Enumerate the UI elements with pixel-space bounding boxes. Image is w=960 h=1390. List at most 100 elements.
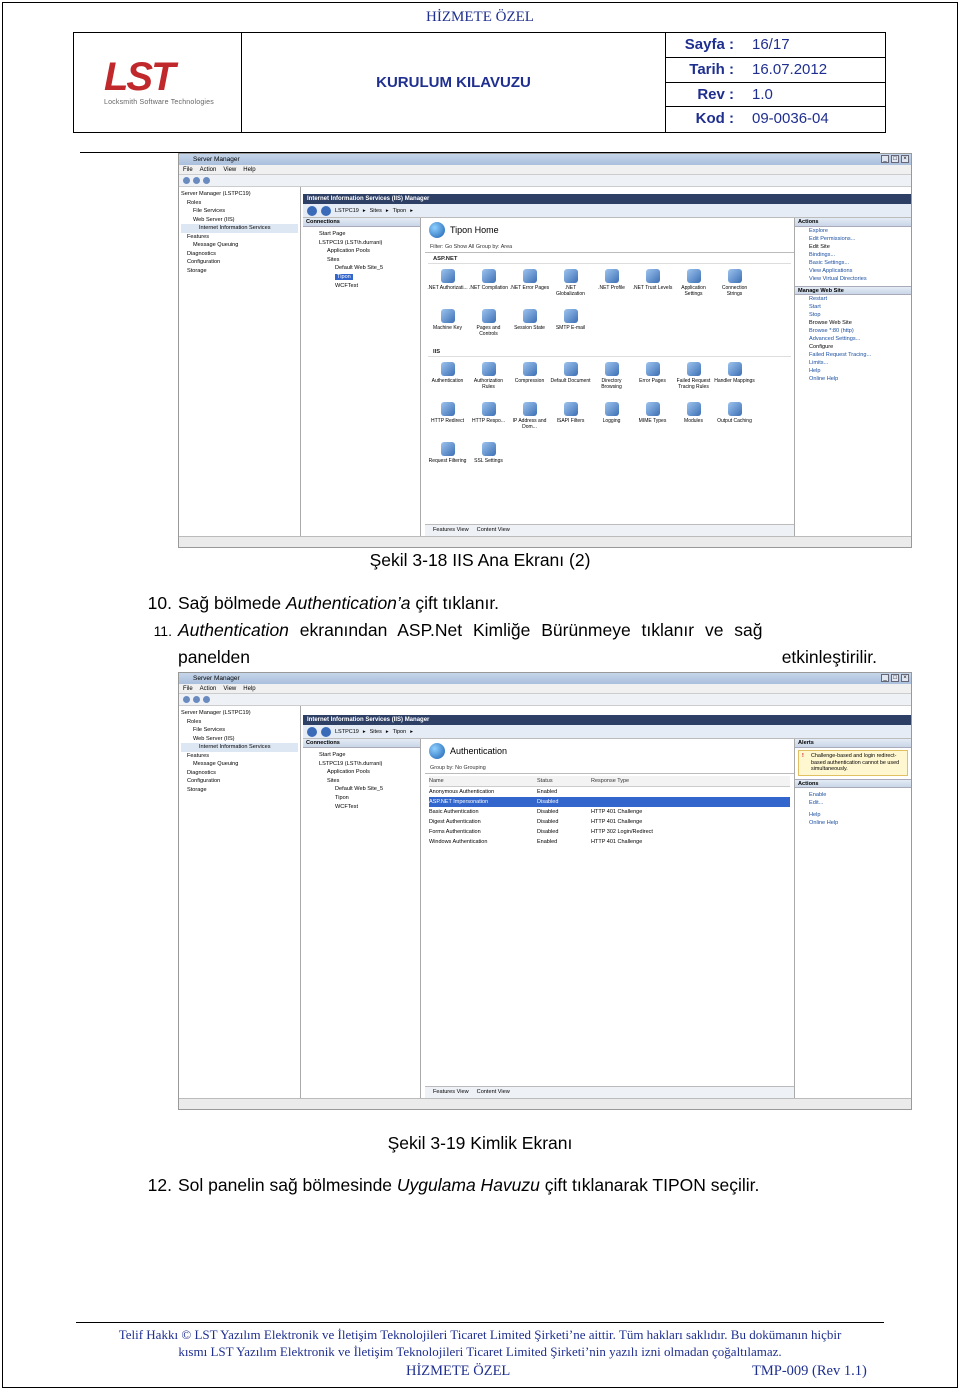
table-row[interactable]: Digest Authentication Disabled HTTP 401 Ch… [429, 817, 790, 827]
tree-item[interactable]: Configuration [181, 258, 298, 267]
conn-item[interactable]: WCFTest [305, 282, 418, 291]
action-link[interactable]: Limits... [795, 359, 911, 367]
tree-item[interactable]: Roles [181, 199, 298, 208]
menu-action[interactable]: Action [200, 686, 217, 692]
back-icon[interactable] [307, 205, 317, 216]
feature-icon[interactable]: Session State [509, 306, 550, 346]
conn-item[interactable]: Application Pools [305, 247, 418, 256]
feature-icon[interactable]: ISAPI Filters [550, 399, 591, 439]
forward-icon[interactable] [193, 177, 200, 184]
feature-icon[interactable]: Connection Strings [714, 266, 755, 306]
action-link[interactable]: Bindings... [795, 251, 911, 259]
table-row[interactable]: Windows Authentication Enabled HTTP 401 Ch… [429, 837, 790, 847]
feature-icon[interactable]: Default Document [550, 359, 591, 399]
feature-icon[interactable]: Error Pages [632, 359, 673, 399]
up-icon[interactable] [203, 177, 210, 184]
action-online-help[interactable]: Online Help [795, 819, 911, 827]
tree-item[interactable]: Internet Information Services [181, 743, 298, 752]
feature-icon[interactable]: Output Caching [714, 399, 755, 439]
conn-item[interactable]: LSTPC19 (LST\h.durrani) [305, 760, 418, 769]
conn-item[interactable]: Default Web Site_5 [305, 264, 418, 273]
table-row[interactable]: Basic Authentication Disabled HTTP 401 Cha… [429, 807, 790, 817]
feature-icon[interactable]: Logging [591, 399, 632, 439]
tab-content-view[interactable]: Content View [477, 1089, 510, 1095]
minimize-icon[interactable]: _ [881, 674, 889, 682]
forward-icon[interactable] [193, 696, 200, 703]
conn-item[interactable]: Start Page [305, 751, 418, 760]
tree-item[interactable]: Features [181, 233, 298, 242]
tree-item[interactable]: File Services [181, 207, 298, 216]
action-link[interactable]: Explore [795, 227, 911, 235]
tree-item[interactable]: Server Manager (LSTPC19) [181, 709, 298, 718]
feature-icon[interactable]: Directory Browsing [591, 359, 632, 399]
feature-icon[interactable]: .NET Error Pages [509, 266, 550, 306]
tree-item[interactable]: Web Server (IIS) [181, 735, 298, 744]
feature-icon-authentication[interactable]: Authentication [427, 359, 468, 399]
feature-icon[interactable]: Pages and Controls [468, 306, 509, 346]
feature-icon[interactable]: .NET Trust Levels [632, 266, 673, 306]
tree-item[interactable]: Server Manager (LSTPC19) [181, 190, 298, 199]
maximize-icon[interactable]: □ [891, 155, 899, 163]
minimize-icon[interactable]: _ [881, 155, 889, 163]
close-icon[interactable]: × [901, 674, 909, 682]
breadcrumb-sites[interactable]: Sites [370, 208, 382, 214]
breadcrumb-server[interactable]: LSTPC19 [335, 729, 359, 735]
action-link[interactable]: Edit Permissions... [795, 235, 911, 243]
close-icon[interactable]: × [901, 155, 909, 163]
tree-item[interactable]: Storage [181, 786, 298, 795]
table-row-selected[interactable]: ASP.NET Impersonation Disabled [429, 797, 790, 807]
feature-icon[interactable]: SSL Settings [468, 439, 509, 479]
tree-item[interactable]: Web Server (IIS) [181, 216, 298, 225]
feature-icon[interactable]: HTTP Redirect [427, 399, 468, 439]
action-link[interactable]: Advanced Settings... [795, 335, 911, 343]
tree-item[interactable]: Message Queuing [181, 241, 298, 250]
feature-icon[interactable]: Compression [509, 359, 550, 399]
table-row[interactable]: Forms Authentication Disabled HTTP 302 Log… [429, 827, 790, 837]
conn-item[interactable]: Tipon [305, 794, 418, 803]
action-help[interactable]: Help [795, 811, 911, 819]
action-help[interactable]: Help [795, 367, 911, 375]
back-icon[interactable] [183, 177, 190, 184]
feature-icon[interactable]: Authorization Rules [468, 359, 509, 399]
action-enable[interactable]: Enable [795, 791, 911, 799]
breadcrumb-server[interactable]: LSTPC19 [335, 208, 359, 214]
action-link[interactable]: Basic Settings... [795, 259, 911, 267]
feature-icon[interactable]: HTTP Respo... [468, 399, 509, 439]
tree-item[interactable]: File Services [181, 726, 298, 735]
menu-file[interactable]: File [183, 167, 193, 173]
tree-item[interactable]: Storage [181, 267, 298, 276]
tree-item[interactable]: Features [181, 752, 298, 761]
breadcrumb-site[interactable]: Tipon [393, 729, 407, 735]
menu-view[interactable]: View [223, 167, 236, 173]
feature-icon[interactable]: Handler Mappings [714, 359, 755, 399]
tab-features-view[interactable]: Features View [433, 527, 469, 533]
feature-icon[interactable]: Modules [673, 399, 714, 439]
feature-icon[interactable]: SMTP E-mail [550, 306, 591, 346]
tab-content-view[interactable]: Content View [477, 527, 510, 533]
menu-help[interactable]: Help [243, 686, 255, 692]
conn-item[interactable]: WCFTest [305, 803, 418, 812]
back-icon[interactable] [307, 726, 317, 737]
conn-item[interactable]: LSTPC19 (LST\h.durrani) [305, 239, 418, 248]
back-icon[interactable] [183, 696, 190, 703]
feature-icon[interactable]: .NET Compilation [468, 266, 509, 306]
menu-view[interactable]: View [223, 686, 236, 692]
feature-icon[interactable]: IP Address and Dom... [509, 399, 550, 439]
feature-icon[interactable]: Application Settings [673, 266, 714, 306]
action-stop[interactable]: Stop [795, 311, 911, 319]
conn-item[interactable]: Start Page [305, 230, 418, 239]
menu-action[interactable]: Action [200, 167, 217, 173]
action-start[interactable]: Start [795, 303, 911, 311]
feature-icon[interactable]: Request Filtering [427, 439, 468, 479]
conn-item[interactable]: Sites [305, 777, 418, 786]
conn-item[interactable]: Application Pools [305, 768, 418, 777]
conn-item[interactable]: Sites [305, 256, 418, 265]
breadcrumb-sites[interactable]: Sites [370, 729, 382, 735]
action-link[interactable]: View Applications [795, 267, 911, 275]
filter-bar[interactable]: Filter: Go Show All Group by: Area [425, 242, 794, 253]
feature-icon[interactable]: Machine Key [427, 306, 468, 346]
action-link[interactable]: Failed Request Tracing... [795, 351, 911, 359]
tree-item[interactable]: Diagnostics [181, 250, 298, 259]
up-icon[interactable] [203, 696, 210, 703]
tree-item[interactable]: Roles [181, 718, 298, 727]
